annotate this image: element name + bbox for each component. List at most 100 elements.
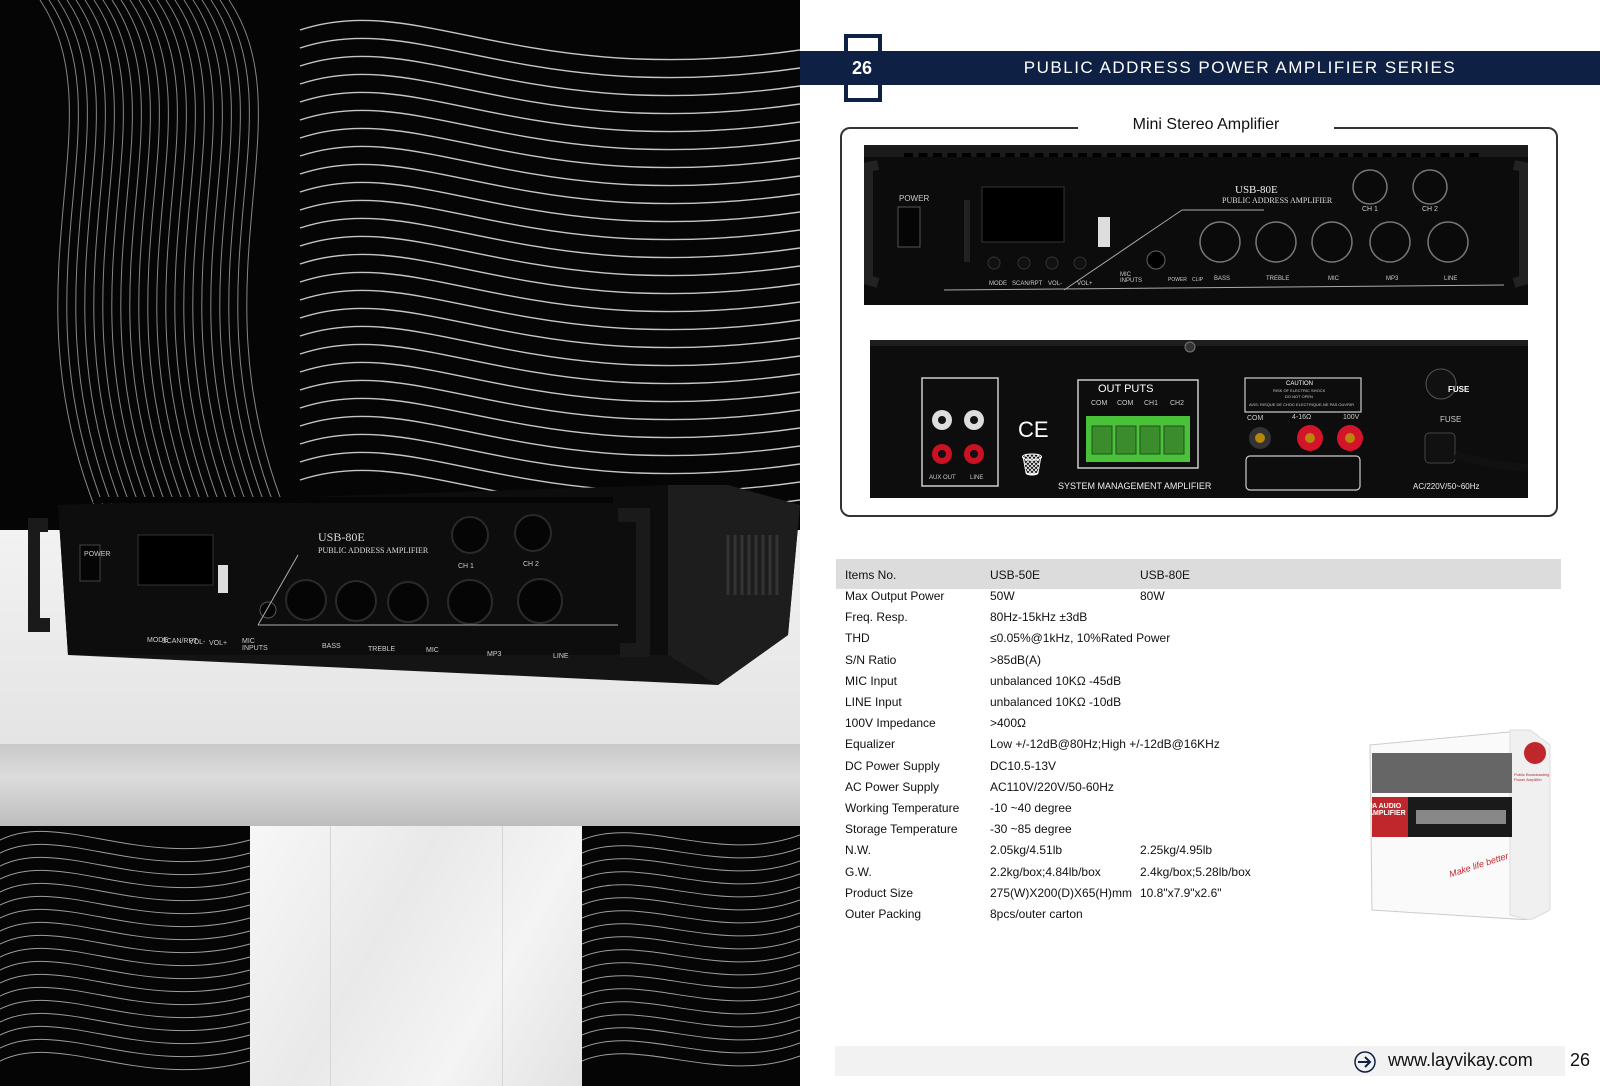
- series-title: PUBLIC ADDRESS POWER AMPLIFIER SERIES: [1023, 58, 1457, 77]
- amplifier-photo: [28, 485, 800, 685]
- box-badge: Public Broadcasting Power Amplifier: [1514, 772, 1550, 782]
- caution-title: CAUTION: [1286, 381, 1313, 387]
- caution-line3: AVIS: RISQUE DE CHOC ELECTRIQUE-NE PAS O…: [1249, 402, 1354, 407]
- system-label: SYSTEM MANAGEMENT AMPLIFIER: [1058, 481, 1212, 491]
- ce-mark: CE: [1018, 417, 1049, 442]
- packaging-box-image: [1369, 729, 1551, 920]
- fuse-holder: [1425, 368, 1457, 400]
- spec-cell-label: AC Power Supply: [845, 779, 940, 794]
- big-amp-mic-inputs: MIC INPUTS: [242, 638, 268, 652]
- spec-cell-label: Freq. Resp.: [845, 610, 908, 625]
- spec-cell-label: 100V Impedance: [845, 716, 936, 731]
- line-label: LINE: [970, 475, 984, 481]
- spec-cell-a: -30 ~85 degree: [990, 822, 1072, 837]
- out-com2: COM: [1117, 400, 1134, 407]
- front-display: [981, 186, 1065, 243]
- front-power-led: POWER: [1168, 277, 1187, 283]
- out-ch1: CH1: [1144, 400, 1159, 407]
- spec-cell-b: 2.25kg/4.95lb: [1140, 843, 1213, 858]
- spec-cell-label: Product Size: [845, 885, 914, 900]
- caution-line1: RISK OF ELECTRIC SHOCK: [1273, 388, 1326, 393]
- hero-image: USB-80E PUBLIC ADDRESS AMPLIFIER POWER C…: [0, 0, 800, 1086]
- front-usb-port: [1098, 217, 1110, 247]
- big-amp-vol-up: VOL+: [209, 640, 228, 647]
- spec-header-b: USB-80E: [1140, 568, 1191, 582]
- front-clip-led: CLIP: [1192, 277, 1204, 283]
- fuse-label: FUSE: [1440, 415, 1462, 424]
- spec-cell-label: Storage Temperature: [845, 822, 958, 837]
- spec-header-a: USB-50E: [990, 568, 1041, 582]
- speaker-com: COM: [1247, 415, 1264, 422]
- big-amp-vol-down: VOL-: [189, 639, 206, 646]
- spec-cell-a: 2.05kg/4.51lb: [990, 843, 1063, 858]
- speaker-100v: 100V: [1343, 414, 1360, 421]
- big-amp-line: LINE: [553, 653, 569, 660]
- big-amp-ch2: CH 2: [523, 561, 539, 568]
- front-vol-up: VOL+: [1077, 281, 1093, 287]
- spec-cell-a: 2.2kg/box;4.84lb/box: [990, 864, 1101, 879]
- big-amp-model: USB-80E: [318, 530, 365, 544]
- usb-port: [218, 565, 228, 593]
- spec-cell-a: -10 ~40 degree: [990, 801, 1072, 815]
- spec-cell-label: G.W.: [845, 864, 872, 879]
- spec-cell-label: LINE Input: [845, 695, 902, 709]
- front-brand: PUBLIC ADDRESS AMPLIFIER: [1222, 196, 1333, 205]
- front-mic-inputs: MIC INPUTS: [1120, 272, 1143, 284]
- spec-header-label: Items No.: [845, 568, 897, 582]
- out-ch2: CH2: [1170, 400, 1185, 407]
- catalog-page: USB-80E PUBLIC ADDRESS AMPLIFIER POWER C…: [0, 0, 1600, 1086]
- spec-cell-a: DC10.5-13V: [990, 758, 1057, 773]
- spec-cell-a: ≤0.05%@1kHz, 10%Rated Power: [990, 631, 1171, 646]
- big-amp-brand: PUBLIC ADDRESS AMPLIFIER: [318, 546, 429, 555]
- spec-cell-b: 10.8"x7.9"x2.6": [1140, 885, 1222, 900]
- back-panel-image: [870, 340, 1528, 498]
- front-mic-jack: [1146, 250, 1166, 270]
- big-amp-bass: BASS: [322, 643, 341, 650]
- spec-cell-a: 80Hz-15kHz ±3dB: [990, 610, 1088, 625]
- page-number: 26: [852, 58, 873, 78]
- spec-cell-a: >400Ω: [990, 716, 1026, 731]
- big-amp-mic: MIC: [426, 647, 439, 654]
- spec-cell-b: 2.4kg/box;5.28lb/box: [1140, 864, 1251, 879]
- website-link[interactable]: www.layvikay.com: [1388, 1050, 1533, 1071]
- spec-cell-label: S/N Ratio: [845, 652, 897, 667]
- display-screen: [137, 534, 214, 586]
- fuse-cap-label: FUSE: [1448, 385, 1470, 394]
- outputs-title: OUT PUTS: [1098, 383, 1154, 395]
- speaker-terminals: [1249, 425, 1363, 451]
- arrow-right-icon: [1354, 1051, 1376, 1073]
- front-bass: BASS: [1214, 276, 1231, 282]
- front-power-switch: [897, 206, 921, 248]
- front-mp3: MP3: [1386, 276, 1399, 282]
- power-rating: AC/220V/50~60Hz: [1413, 482, 1480, 491]
- speaker-4-16: 4-16Ω: [1292, 414, 1312, 421]
- front-mic: MIC: [1328, 276, 1339, 282]
- section-title: Mini Stereo Amplifier: [1132, 116, 1280, 133]
- spec-cell-a: 50W: [990, 589, 1015, 603]
- spec-cell-label: N.W.: [845, 843, 871, 858]
- vent-slots: [93, 497, 613, 503]
- spec-table-header: [836, 559, 1561, 589]
- left-handle: [28, 518, 50, 632]
- spec-cell-b: 80W: [1140, 589, 1165, 603]
- big-amp-power-label: POWER: [84, 551, 111, 558]
- spec-cell-a: AC110V/220V/50-60Hz: [990, 779, 1114, 794]
- front-vol-down: VOL-: [1048, 281, 1063, 287]
- box-title: PA AUDIO AMPLIFIER: [1368, 803, 1406, 817]
- aux-out-label: AUX OUT: [929, 475, 956, 481]
- front-power-label: POWER: [899, 194, 930, 203]
- spec-cell-label: Outer Packing: [845, 907, 922, 921]
- spec-cell-a: >85dB(A): [990, 652, 1042, 667]
- mic-jack: [259, 601, 277, 619]
- footer-page-number: 26: [1570, 1050, 1591, 1070]
- front-model: USB-80E: [1235, 184, 1278, 196]
- spec-cell-a: 8pcs/outer carton: [990, 907, 1083, 921]
- spec-cell-label: DC Power Supply: [845, 758, 940, 773]
- spec-cell-a: unbalanced 10KΩ -45dB: [990, 673, 1122, 688]
- spec-cell-label: THD: [845, 631, 870, 646]
- front-mode: MODE: [989, 281, 1007, 287]
- spec-cell-a: Low +/-12dB@80Hz;High +/-12dB@16KHz: [990, 737, 1220, 752]
- spec-cell-label: Max Output Power: [845, 589, 945, 603]
- front-scan: SCAN/RPT: [1012, 281, 1043, 287]
- front-line: LINE: [1444, 276, 1458, 282]
